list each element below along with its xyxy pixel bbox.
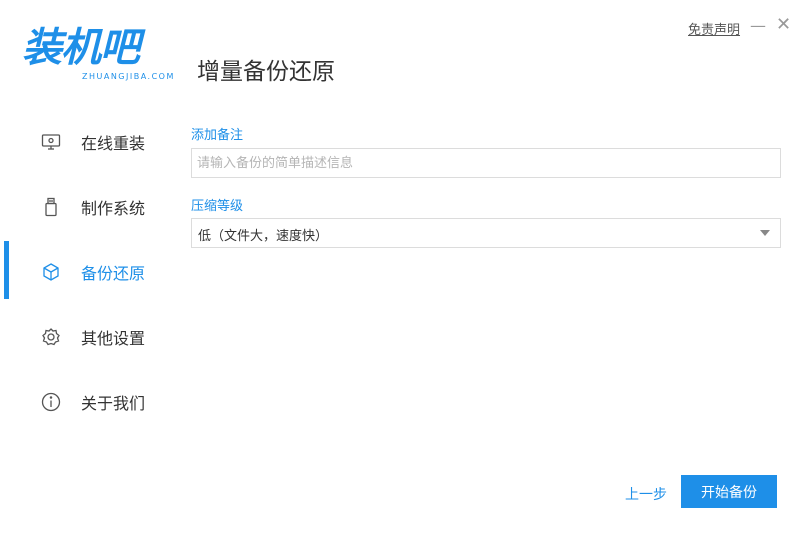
logo-subtext: ZHUANGJIBA.COM [82, 72, 175, 81]
sidebar-item-online-reinstall[interactable]: 在线重装 [0, 122, 180, 162]
sidebar-item-other-settings[interactable]: 其他设置 [0, 317, 180, 357]
sidebar: 在线重装 制作系统 备份还原 其他设置 关于我们 [0, 110, 180, 435]
note-label: 添加备注 [191, 128, 244, 143]
sidebar-item-label: 关于我们 [81, 394, 146, 413]
sidebar-item-label: 在线重装 [81, 134, 146, 153]
sidebar-item-label: 其他设置 [81, 329, 146, 348]
monitor-icon [40, 131, 62, 153]
previous-step-link[interactable]: 上一步 [625, 484, 667, 504]
start-backup-button[interactable]: 开始备份 [681, 475, 777, 508]
compress-level-label: 压缩等级 [191, 199, 244, 214]
gear-icon [40, 326, 62, 348]
compress-level-select[interactable]: 低（文件大，速度快） [191, 218, 781, 248]
sidebar-item-about-us[interactable]: 关于我们 [0, 382, 180, 422]
close-button[interactable]: ✕ [776, 16, 792, 34]
usb-icon [40, 196, 62, 218]
sidebar-item-label: 备份还原 [81, 264, 146, 283]
minimize-button[interactable]: — [750, 18, 766, 36]
sidebar-item-make-system[interactable]: 制作系统 [0, 187, 180, 227]
app-logo: 装机吧 ZHUANGJIBA.COM [22, 25, 175, 88]
note-input[interactable] [191, 148, 781, 178]
backup-cube-icon [40, 261, 62, 283]
info-icon [40, 391, 62, 413]
disclaimer-link[interactable]: 免责声明 [688, 19, 740, 38]
sidebar-item-backup-restore[interactable]: 备份还原 [0, 252, 180, 292]
sidebar-item-label: 制作系统 [81, 199, 146, 218]
page-title: 增量备份还原 [197, 59, 335, 85]
dropdown-arrow-icon [760, 230, 770, 236]
compress-level-value: 低（文件大，速度快） [198, 229, 329, 244]
logo-text: 装机吧 [22, 25, 140, 71]
